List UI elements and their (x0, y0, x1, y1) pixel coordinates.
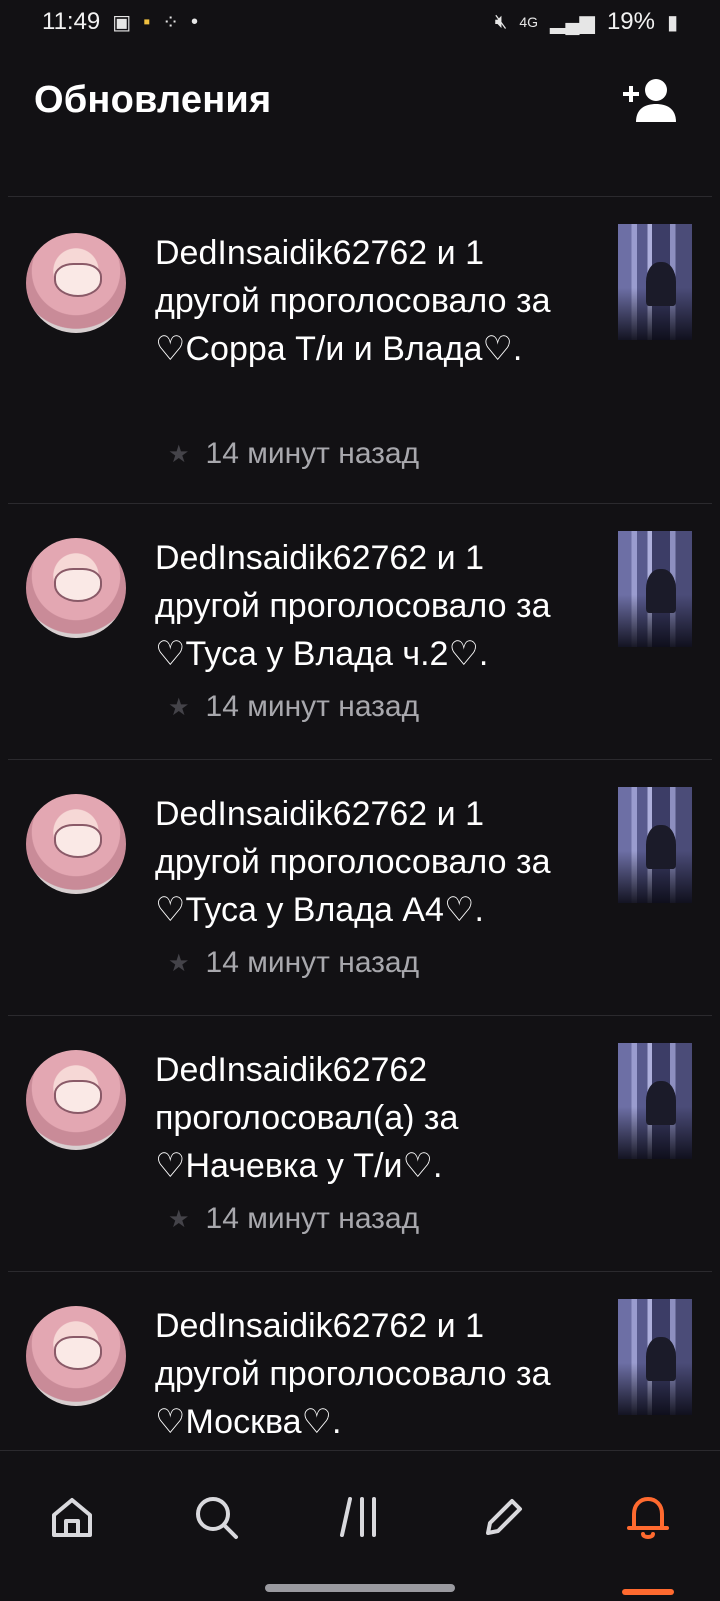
feed-item[interactable]: DedInsaidik62762 и 1 другой проголосовал… (8, 504, 712, 760)
status-left: 11:49 ▣ ▪ ⁘ • (42, 8, 198, 36)
bell-icon (627, 1497, 669, 1539)
feed-item-time: 14 минут назад (205, 946, 420, 979)
add-user-button[interactable] (620, 70, 680, 130)
feed-item-text: DedInsaidik62762 и 1 другой проголосовал… (155, 795, 551, 929)
system-home-indicator[interactable] (265, 1584, 455, 1592)
app-header: Обновления (0, 44, 720, 156)
active-tab-indicator (622, 1589, 674, 1595)
story-thumbnail[interactable] (618, 1299, 692, 1415)
nav-tab-write[interactable] (474, 1487, 534, 1547)
feed-item-time-row: ★ 14 минут назад (168, 690, 419, 724)
feed-item-text: DedInsaidik62762 и 1 другой проголосовал… (155, 1307, 551, 1441)
feed-item-time-row: ★ 14 минут назад (168, 437, 419, 471)
feed-item-time-row: ★ 14 минут назад (168, 946, 419, 980)
feed-item[interactable]: DedInsaidik62762 и 1 другой проголосовал… (8, 1272, 712, 1450)
feed-item-text: DedInsaidik62762 и 1 другой проголосовал… (155, 234, 551, 368)
star-icon: ★ (168, 693, 190, 721)
feed-item-partial (8, 156, 712, 197)
feed-item-time: 14 минут назад (205, 690, 420, 723)
status-right: 🔇︎ 4G ▂▄▆ 19% ▮ (495, 8, 678, 36)
avatar[interactable] (26, 233, 126, 333)
image-icon: ▣ (112, 11, 132, 34)
star-icon: ★ (168, 1205, 190, 1233)
star-icon: ★ (168, 440, 190, 468)
grid-icon: ⁘ (162, 11, 180, 34)
pencil-icon (486, 1499, 522, 1535)
feed-item-text: DedInsaidik62762 проголосовал(а) за ♡Нач… (155, 1051, 459, 1185)
feed-item-time: 14 минут назад (205, 1202, 420, 1235)
page-title: Обновления (34, 78, 272, 121)
updates-feed[interactable]: DedInsaidik62762 и 1 другой проголосовал… (0, 156, 720, 1450)
search-icon (196, 1497, 238, 1539)
signal-icon: ▂▄▆ (550, 11, 595, 34)
battery-icon: ▮ (666, 11, 678, 34)
status-bar: 11:49 ▣ ▪ ⁘ • 🔇︎ 4G ▂▄▆ 19% ▮ (0, 0, 720, 44)
nav-tab-notifications[interactable] (618, 1487, 678, 1547)
story-thumbnail[interactable] (618, 224, 692, 340)
bottom-nav (0, 1450, 720, 1601)
network-label: 4G (519, 14, 538, 30)
story-thumbnail[interactable] (618, 1043, 692, 1159)
battery-percent: 19% (606, 8, 655, 35)
add-user-icon (623, 79, 676, 122)
feed-item[interactable]: DedInsaidik62762 и 1 другой проголосовал… (8, 760, 712, 1016)
mute-icon: 🔇︎ (494, 10, 508, 33)
nav-tab-home[interactable] (42, 1487, 102, 1547)
star-icon: ★ (168, 949, 190, 977)
story-thumbnail[interactable] (618, 787, 692, 903)
avatar[interactable] (26, 538, 126, 638)
nav-tab-search[interactable] (186, 1487, 246, 1547)
status-time: 11:49 (42, 8, 101, 35)
avatar[interactable] (26, 794, 126, 894)
avatar[interactable] (26, 1306, 126, 1406)
story-thumbnail[interactable] (618, 531, 692, 647)
feed-item-time: 14 минут назад (205, 437, 420, 470)
home-icon (52, 1498, 92, 1537)
feed-item-text: DedInsaidik62762 и 1 другой проголосовал… (155, 539, 551, 673)
nav-tab-library[interactable] (330, 1487, 390, 1547)
feed-item[interactable]: DedInsaidik62762 и 1 другой проголосовал… (8, 197, 712, 504)
avatar[interactable] (26, 1050, 126, 1150)
app-icon: ▪ (143, 10, 151, 33)
dot-icon: • (191, 10, 199, 33)
library-icon (340, 1497, 376, 1537)
feed-item-time-row: ★ 14 минут назад (168, 1202, 419, 1236)
feed-item[interactable]: DedInsaidik62762 проголосовал(а) за ♡Нач… (8, 1016, 712, 1272)
